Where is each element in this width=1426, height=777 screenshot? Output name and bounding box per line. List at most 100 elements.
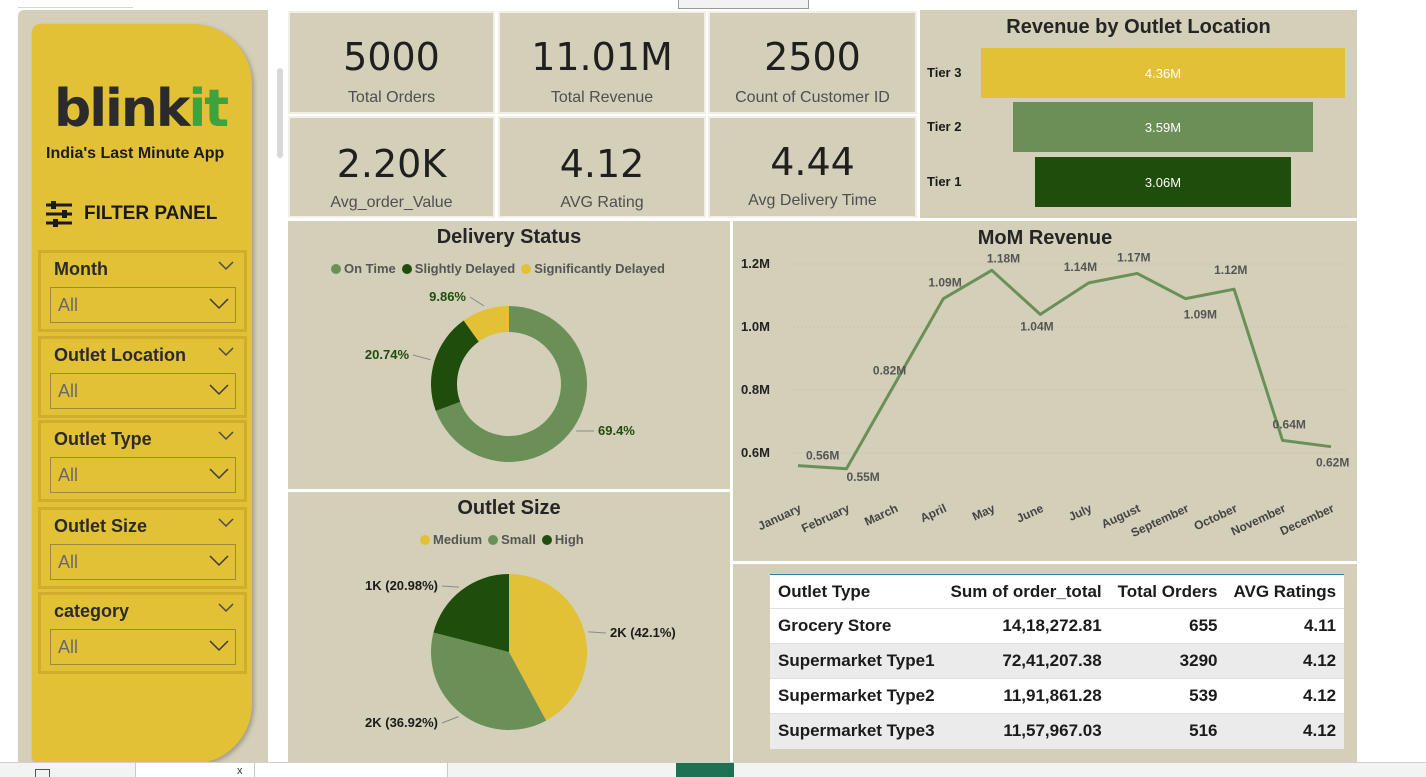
funnel-bar[interactable]: 3.06M <box>1035 157 1291 207</box>
x-tick-label: July <box>1066 501 1094 524</box>
sliders-icon <box>46 201 72 227</box>
table-cell: 516 <box>1109 713 1226 749</box>
data-label: 0.82M <box>873 364 906 378</box>
table-row[interactable]: Supermarket Type1 72,41,207.38 3290 4.12 <box>770 643 1345 679</box>
chevron-down-icon <box>209 555 229 567</box>
delivery-status-panel: Delivery Status On Time Slightly Delayed… <box>288 221 730 489</box>
table-cell: 11,91,861.28 <box>942 678 1110 714</box>
outlet-type-table: Outlet Type Sum of order_total Total Ord… <box>770 574 1345 749</box>
month-dropdown[interactable]: All <box>50 287 236 323</box>
slice-label: 2K (42.1%) <box>610 625 676 640</box>
dropdown-value: All <box>58 637 79 657</box>
column-header[interactable]: Outlet Type <box>770 574 943 609</box>
left-margin <box>0 10 18 762</box>
chevron-down-icon[interactable] <box>218 261 234 271</box>
chevron-down-icon[interactable] <box>218 603 234 613</box>
tagline: India's Last Minute App <box>46 145 225 162</box>
column-header[interactable]: Sum of order_total <box>942 574 1110 609</box>
blinkit-logo: blinkit <box>54 79 229 139</box>
chevron-down-icon <box>209 468 229 480</box>
table-row[interactable]: Supermarket Type3 11,57,967.03 516 4.12 <box>770 713 1345 749</box>
pie-slice[interactable] <box>431 320 479 411</box>
dropdown-value: All <box>58 465 79 485</box>
table-row[interactable]: Grocery Store 14,18,272.81 655 4.11 <box>770 608 1345 644</box>
data-label: 0.62M <box>1316 456 1349 470</box>
slicer-category: category All <box>38 592 247 674</box>
data-label: 1.09M <box>928 276 961 290</box>
leader-line <box>469 296 485 307</box>
outlet-size-dropdown[interactable]: All <box>50 544 236 580</box>
data-label: 0.56M <box>806 449 839 463</box>
kpi-value: 4.12 <box>559 142 645 186</box>
kpi-card-total-orders: 5000 Total Orders <box>288 11 495 114</box>
column-header[interactable]: Total Orders <box>1109 574 1226 609</box>
funnel-label: Tier 2 <box>927 119 962 134</box>
data-label: 1.09M <box>1184 308 1217 322</box>
sidebar: blinkit India's Last Minute App FILTER P… <box>32 24 252 764</box>
revenue-by-location-panel: Revenue by Outlet Location Tier 3 Tier 2… <box>920 10 1357 218</box>
funnel-label: Tier 3 <box>927 65 962 80</box>
bottom-taskbar: x <box>0 762 1426 777</box>
slice-label: 9.86% <box>429 289 466 304</box>
kpi-value: 2500 <box>764 35 861 79</box>
slice-label: 69.4% <box>598 423 635 438</box>
chevron-down-icon[interactable] <box>218 347 234 357</box>
leader-line <box>441 716 459 724</box>
category-dropdown[interactable]: All <box>50 629 236 665</box>
active-app-indicator[interactable] <box>676 763 734 777</box>
table-cell: 4.11 <box>1225 608 1345 644</box>
data-label: 0.64M <box>1273 417 1306 431</box>
panel-title: Revenue by Outlet Location <box>1006 16 1271 38</box>
data-label: 1.14M <box>1064 260 1097 274</box>
table-cell: 539 <box>1109 678 1226 714</box>
window-icon[interactable] <box>35 769 50 777</box>
kpi-card-total-revenue: 11.01M Total Revenue <box>498 11 706 114</box>
slicer-month: Month All <box>38 250 247 332</box>
delivery-donut-chart: 69.4% 20.74% 9.86% <box>365 289 635 462</box>
x-tick-label: April <box>918 501 949 525</box>
mom-revenue-panel: MoM Revenue 1.2M 1.0M 0.8M 0.6M 0.56M 0.55M 0.… <box>733 221 1357 561</box>
table-cell: 11,57,967.03 <box>942 713 1110 749</box>
outlet-location-dropdown[interactable]: All <box>50 373 236 409</box>
y-tick-label: 1.2M <box>741 256 770 271</box>
table-cell: 14,18,272.81 <box>942 608 1110 644</box>
outlet-type-dropdown[interactable]: All <box>50 457 236 493</box>
chevron-down-icon[interactable] <box>218 518 234 528</box>
data-label: 1.04M <box>1020 319 1053 333</box>
funnel-bar-value: 3.06M <box>1144 174 1182 190</box>
slicer-title: Outlet Size <box>54 516 148 536</box>
slicer-outlet-size: Outlet Size All <box>38 507 247 589</box>
funnel-bar[interactable]: 3.59M <box>1013 102 1313 152</box>
outlet-size-pie-chart: 2K (42.1%) 2K (36.92%) 1K (20.98%) <box>365 574 676 730</box>
top-strip-tab[interactable] <box>678 0 809 9</box>
table-cell: Supermarket Type3 <box>770 713 943 749</box>
close-icon[interactable]: x <box>237 765 243 777</box>
table-cell: Supermarket Type2 <box>770 678 943 714</box>
bottom-tab[interactable] <box>255 763 448 777</box>
funnel-bar-value: 4.36M <box>1144 65 1182 81</box>
kpi-card-avg-order-value: 2.20K Avg_order_Value <box>288 116 495 218</box>
kpi-card-avg-delivery-time: 4.44 Avg Delivery Time <box>708 116 917 218</box>
kpi-label: Total Revenue <box>550 89 654 106</box>
y-tick-label: 0.8M <box>741 382 770 397</box>
slicer-title: Outlet Type <box>54 429 152 449</box>
slicer-title: Outlet Location <box>54 345 186 365</box>
column-header[interactable]: AVG Ratings <box>1225 574 1345 609</box>
funnel-bar[interactable]: 4.36M <box>981 48 1345 98</box>
right-margin <box>1358 10 1426 762</box>
table-cell: 4.12 <box>1225 713 1345 749</box>
kpi-label: Count of Customer ID <box>735 89 890 106</box>
outlet-size-panel: Outlet Size Medium Small High 2K (42.1%)… <box>288 492 730 762</box>
chevron-down-icon <box>209 384 229 396</box>
x-tick-label: May <box>970 501 997 524</box>
scrollbar-thumb[interactable] <box>277 68 283 158</box>
table-cell: 4.12 <box>1225 643 1345 679</box>
table-cell: 655 <box>1109 608 1226 644</box>
filter-panel-title: FILTER PANEL <box>84 203 218 224</box>
filter-panel-header: FILTER PANEL <box>44 200 217 228</box>
table-row[interactable]: Supermarket Type2 11,91,861.28 539 4.12 <box>770 678 1345 714</box>
chevron-down-icon[interactable] <box>218 431 234 441</box>
slice-label: 2K (36.92%) <box>365 715 438 730</box>
x-tick-label: February <box>799 501 852 536</box>
chevron-down-icon <box>209 298 229 310</box>
